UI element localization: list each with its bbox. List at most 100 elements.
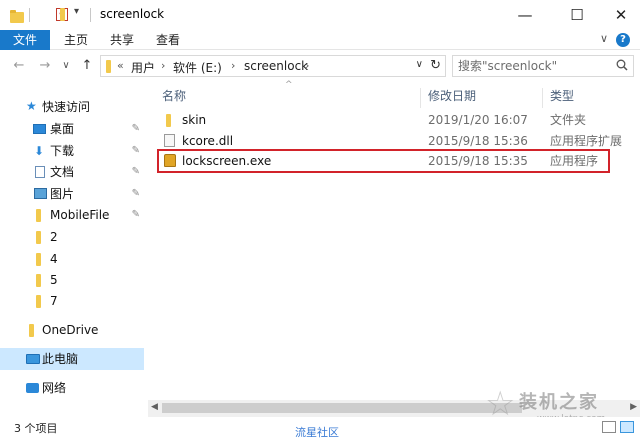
pin-icon[interactable]: ✎ (132, 183, 140, 205)
file-date: 2015/9/18 15:36 (428, 134, 528, 148)
item-count: 3 个项目 (14, 422, 58, 435)
chevron-right-icon[interactable]: › (161, 59, 165, 72)
file-date: 2019/1/20 16:07 (428, 113, 528, 127)
large-icons-view-button[interactable] (620, 421, 634, 433)
forward-button[interactable]: → (36, 56, 54, 76)
minimize-button[interactable]: — (502, 0, 548, 30)
divider (90, 8, 91, 22)
breadcrumb-screenlock[interactable]: screenlock (244, 59, 308, 73)
column-header-type[interactable]: 类型 (550, 88, 574, 110)
folder-icon (36, 231, 41, 244)
maximize-button[interactable]: ☐ (554, 0, 600, 30)
details-view-button[interactable] (602, 421, 616, 433)
folder-icon (106, 60, 111, 73)
divider (29, 8, 30, 22)
nav-pictures[interactable]: 图片 ✎ (0, 183, 144, 205)
pin-icon[interactable]: ✎ (132, 140, 140, 162)
overflow-chevron-icon[interactable]: « (117, 59, 124, 72)
new-folder-icon[interactable] (60, 8, 65, 21)
nav-label: 文档 (50, 165, 75, 179)
dll-file-icon (164, 134, 175, 147)
chevron-right-icon[interactable]: › (231, 59, 235, 72)
picture-icon (34, 188, 47, 199)
nav-downloads[interactable]: ⬇ 下载 ✎ (0, 140, 144, 162)
nav-label: 图片 (50, 187, 75, 201)
nav-this-pc[interactable]: 此电脑 (0, 348, 144, 370)
nav-label: 网络 (42, 381, 67, 395)
desktop-icon (33, 124, 46, 134)
customize-toolbar-icon[interactable]: ▾ (74, 6, 79, 17)
chevron-right-icon[interactable]: › (305, 59, 309, 72)
up-button[interactable]: ↑ (78, 56, 96, 76)
folder-icon (36, 274, 41, 287)
nav-documents[interactable]: 文档 ✎ (0, 161, 144, 183)
folder-icon (36, 295, 41, 308)
scrollbar-thumb[interactable] (162, 403, 522, 413)
tab-share[interactable]: 共享 (102, 30, 142, 50)
folder-icon (36, 253, 41, 266)
address-bar[interactable]: « 用户 › 软件 (E:) › screenlock › ∨ ↻ (100, 55, 446, 77)
nav-label: 此电脑 (42, 352, 79, 366)
back-button[interactable]: ← (10, 56, 28, 76)
nav-desktop[interactable]: 桌面 ✎ (0, 118, 144, 140)
highlight-box (157, 149, 610, 173)
ribbon: 文件 主页 共享 查看 ∨ ? (0, 30, 640, 50)
nav-folder-4[interactable]: 4 (0, 248, 144, 270)
nav-mobilefile[interactable]: MobileFile ✎ (0, 204, 144, 226)
sort-ascending-icon: ^ (285, 80, 293, 90)
tab-file[interactable]: 文件 (0, 30, 50, 50)
column-divider[interactable] (420, 88, 421, 108)
folder-icon (36, 209, 41, 222)
file-name: skin (182, 113, 207, 127)
pin-icon[interactable]: ✎ (132, 161, 140, 183)
nav-onedrive[interactable]: OneDrive (0, 319, 144, 341)
window-title: screenlock (100, 7, 165, 21)
nav-network[interactable]: 网络 (0, 377, 144, 399)
nav-label: 快速访问 (42, 100, 91, 114)
file-row[interactable]: skin 2019/1/20 16:07 文件夹 (158, 110, 630, 130)
file-name: kcore.dll (182, 134, 234, 148)
address-dropdown-icon[interactable]: ∨ (416, 59, 423, 70)
nav-folder-2[interactable]: 2 (0, 226, 144, 248)
close-button[interactable]: ✕ (598, 0, 640, 30)
nav-label: 2 (50, 230, 58, 244)
column-header-name[interactable]: 名称 (162, 88, 186, 110)
nav-label: 5 (50, 273, 58, 287)
title-bar: ▾ screenlock — ☐ ✕ (0, 0, 640, 30)
search-icon[interactable] (616, 59, 628, 71)
breadcrumb-drive[interactable]: 软件 (E:) (173, 59, 222, 76)
breadcrumb-users[interactable]: 用户 (131, 59, 155, 76)
cloud-icon (29, 324, 34, 337)
network-icon (26, 383, 39, 393)
expand-ribbon-icon[interactable]: ∨ (600, 32, 608, 45)
tab-view[interactable]: 查看 (148, 30, 188, 50)
nav-label: OneDrive (42, 323, 99, 337)
refresh-icon[interactable]: ↻ (430, 58, 441, 73)
nav-folder-7[interactable]: 7 (0, 290, 144, 312)
file-type: 应用程序扩展 (550, 134, 623, 148)
file-type: 文件夹 (550, 113, 587, 127)
column-divider[interactable] (542, 88, 543, 108)
tab-home[interactable]: 主页 (56, 30, 96, 50)
file-list: ^ 名称 修改日期 类型 skin 2019/1/20 16:07 文件夹 kc… (148, 80, 640, 415)
nav-label: 下载 (50, 144, 75, 158)
folder-icon (166, 114, 171, 127)
pin-icon[interactable]: ✎ (132, 204, 140, 226)
watermark-title: 装机之家 (519, 392, 599, 413)
recent-locations-button[interactable]: ∨ (60, 56, 72, 76)
search-input[interactable] (453, 56, 603, 76)
nav-folder-5[interactable]: 5 (0, 269, 144, 291)
nav-label: 7 (50, 294, 58, 308)
column-header-date[interactable]: 修改日期 (428, 88, 476, 110)
file-row[interactable]: kcore.dll 2015/9/18 15:36 应用程序扩展 (158, 131, 630, 151)
navigation-pane: ★ 快速访问 桌面 ✎ ⬇ 下载 ✎ 文档 ✎ 图片 ✎ MobileFile … (0, 82, 148, 415)
nav-label: 4 (50, 252, 58, 266)
nav-quick-access[interactable]: ★ 快速访问 (0, 96, 144, 118)
pin-icon[interactable]: ✎ (132, 118, 140, 140)
address-toolbar: ← → ∨ ↑ « 用户 › 软件 (E:) › screenlock › ∨ … (0, 50, 640, 82)
scroll-left-icon[interactable]: ◀ (151, 402, 158, 412)
search-box[interactable] (452, 55, 634, 77)
nav-label: MobileFile (50, 208, 110, 222)
status-bar: 3 个项目 流星社区 (0, 417, 640, 439)
help-icon[interactable]: ? (616, 33, 630, 47)
